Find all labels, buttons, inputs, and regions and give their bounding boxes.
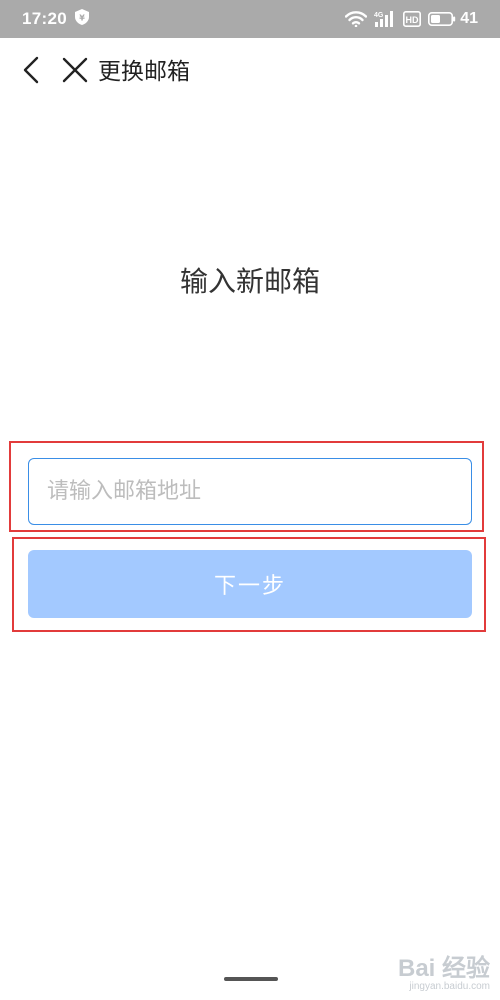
status-left: 17:20 ¥ — [22, 9, 89, 29]
status-bar: 17:20 ¥ 4G HD 41 — [0, 0, 500, 38]
chevron-left-icon — [22, 56, 40, 88]
hd-icon: HD — [403, 11, 422, 27]
close-button[interactable] — [58, 54, 92, 90]
nav-bar: 更换邮箱 — [0, 44, 500, 100]
status-time: 17:20 — [22, 9, 67, 28]
shield-icon: ¥ — [74, 9, 89, 29]
battery-icon — [428, 12, 456, 26]
status-right: 4G HD 41 — [345, 10, 478, 28]
hd-label: HD — [406, 15, 419, 25]
watermark: Bai 经验 jingyan.baidu.com — [398, 948, 490, 992]
email-input[interactable] — [28, 458, 472, 525]
battery: 41 — [428, 10, 478, 28]
signal-icon: 4G — [374, 10, 396, 28]
close-icon — [62, 57, 88, 87]
watermark-main: Bai 经验 — [397, 955, 490, 982]
home-indicator[interactable] — [224, 977, 278, 981]
back-button[interactable] — [14, 54, 48, 90]
wifi-icon — [345, 11, 368, 27]
next-button[interactable]: 下一步 — [28, 550, 472, 618]
battery-level: 41 — [460, 10, 478, 27]
page-title: 更换邮箱 — [98, 59, 190, 85]
network-label: 4G — [374, 12, 384, 19]
watermark-sub: jingyan.baidu.com — [409, 981, 490, 992]
section-heading: 输入新邮箱 — [179, 265, 320, 298]
svg-text:¥: ¥ — [79, 14, 85, 23]
